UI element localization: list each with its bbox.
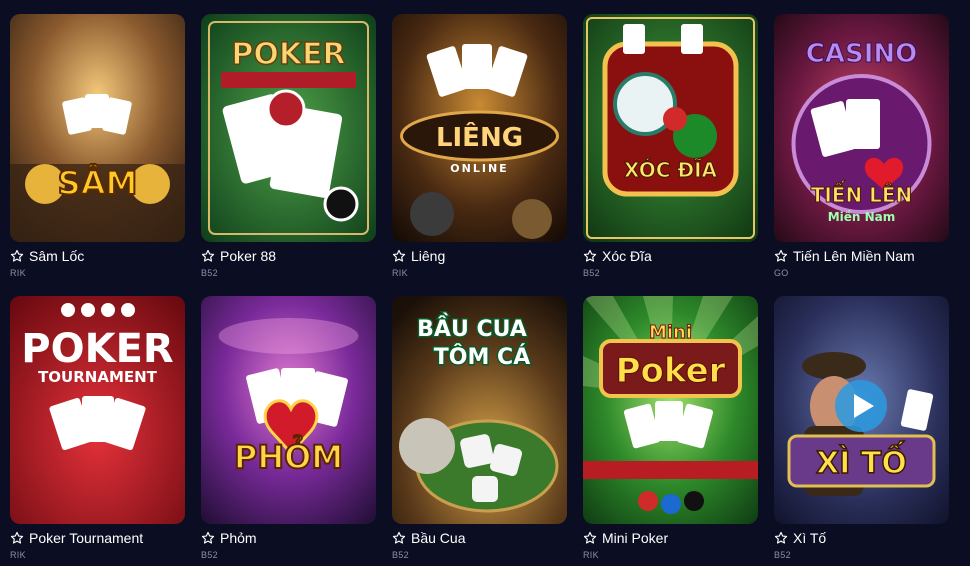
game-title[interactable]: Phỏm [220, 530, 257, 546]
game-card-tien-len-mien-nam[interactable]: CASINO TIẾN LÊN Miền Nam Tiến Lên Miền N… [774, 14, 949, 284]
star-outline-icon[interactable] [774, 531, 788, 545]
artwork-logo-text: SÂM [58, 164, 138, 202]
game-artwork: SÂM [10, 14, 185, 242]
game-thumbnail[interactable]: XÓC ĐĨA [583, 14, 758, 242]
game-artwork: BẦU CUA TÔM CÁ [392, 296, 567, 524]
artwork-logo-text: XÌ TỐ [816, 440, 907, 481]
game-card-phom[interactable]: PHỎM Phỏm B52 [201, 296, 376, 566]
game-title[interactable]: Xì Tố [793, 530, 826, 546]
artwork-logo-text: TIẾN LÊN [811, 181, 913, 207]
game-meta: Poker Tournament RIK [10, 524, 185, 560]
game-grid: SÂM Sâm Lốc RIK POKER Poker 88 B52 LIÊNG… [10, 14, 949, 566]
game-meta: Sâm Lốc RIK [10, 242, 185, 278]
star-outline-icon[interactable] [392, 249, 406, 263]
game-title[interactable]: Tiến Lên Miền Nam [793, 248, 915, 264]
game-title[interactable]: Poker 88 [220, 248, 276, 264]
star-outline-icon[interactable] [201, 249, 215, 263]
game-provider: B52 [392, 550, 409, 560]
game-artwork: PHỎM [201, 296, 376, 524]
game-title[interactable]: Sâm Lốc [29, 248, 84, 264]
game-meta: Xóc Đĩa B52 [583, 242, 758, 278]
artwork-logo-text: PHỎM [234, 434, 343, 476]
game-artwork: POKER TOURNAMENT [10, 296, 185, 524]
artwork-logo-text: POKER [231, 37, 345, 72]
game-card-poker-88[interactable]: POKER Poker 88 B52 [201, 14, 376, 284]
game-meta: Bầu Cua B52 [392, 524, 567, 560]
star-outline-icon[interactable] [583, 531, 597, 545]
game-title[interactable]: Mini Poker [602, 530, 668, 546]
game-thumbnail[interactable]: XÌ TỐ [774, 296, 949, 524]
game-artwork: Mini Poker [583, 296, 758, 524]
game-artwork: POKER [201, 14, 376, 242]
game-provider: RIK [583, 550, 599, 560]
game-card-bau-cua[interactable]: BẦU CUA TÔM CÁ Bầu Cua B52 [392, 296, 567, 566]
game-meta: Tiến Lên Miền Nam GO [774, 242, 949, 278]
game-thumbnail[interactable]: Mini Poker [583, 296, 758, 524]
game-card-sam-loc[interactable]: SÂM Sâm Lốc RIK [10, 14, 185, 284]
star-outline-icon[interactable] [201, 531, 215, 545]
game-card-poker-tournament[interactable]: POKER TOURNAMENT Poker Tournament RIK [10, 296, 185, 566]
star-outline-icon[interactable] [10, 531, 24, 545]
artwork-logo-subtext: ONLINE [450, 162, 508, 175]
game-thumbnail[interactable]: POKER [201, 14, 376, 242]
artwork-logo-subtext: TOURNAMENT [38, 368, 158, 386]
artwork-logo-subtext: TÔM CÁ [434, 344, 530, 370]
game-meta: Phỏm B52 [201, 524, 376, 560]
game-title[interactable]: Liêng [411, 248, 445, 264]
game-card-lieng[interactable]: LIÊNG ONLINE Liêng RIK [392, 14, 567, 284]
artwork-logo-text: LIÊNG [436, 121, 523, 153]
game-provider: RIK [10, 268, 26, 278]
game-provider: B52 [201, 550, 218, 560]
game-card-xi-to[interactable]: XÌ TỐ Xì Tố B52 [774, 296, 949, 566]
game-provider: B52 [774, 550, 791, 560]
game-provider: B52 [201, 268, 218, 278]
game-artwork: CASINO TIẾN LÊN Miền Nam [774, 14, 949, 242]
star-outline-icon[interactable] [10, 249, 24, 263]
game-card-xoc-dia[interactable]: XÓC ĐĨA Xóc Đĩa B52 [583, 14, 758, 284]
game-title[interactable]: Xóc Đĩa [602, 248, 652, 264]
game-provider: RIK [392, 268, 408, 278]
game-provider: B52 [583, 268, 600, 278]
game-artwork: XÌ TỐ [774, 296, 949, 524]
game-title[interactable]: Bầu Cua [411, 530, 465, 546]
game-thumbnail[interactable]: LIÊNG ONLINE [392, 14, 567, 242]
game-meta: Mini Poker RIK [583, 524, 758, 560]
game-artwork: XÓC ĐĨA [583, 14, 758, 242]
game-thumbnail[interactable]: PHỎM [201, 296, 376, 524]
game-thumbnail[interactable]: POKER TOURNAMENT [10, 296, 185, 524]
game-meta: Liêng RIK [392, 242, 567, 278]
star-outline-icon[interactable] [774, 249, 788, 263]
artwork-logo-text: POKER [21, 326, 173, 372]
game-title[interactable]: Poker Tournament [29, 530, 143, 546]
artwork-top-text: CASINO [806, 39, 917, 69]
artwork-top-text: Mini [649, 322, 692, 343]
game-meta: Poker 88 B52 [201, 242, 376, 278]
star-outline-icon[interactable] [583, 249, 597, 263]
game-thumbnail[interactable]: CASINO TIẾN LÊN Miền Nam [774, 14, 949, 242]
game-provider: GO [774, 268, 789, 278]
game-thumbnail[interactable]: BẦU CUA TÔM CÁ [392, 296, 567, 524]
game-thumbnail[interactable]: SÂM [10, 14, 185, 242]
artwork-logo-text: BẦU CUA [417, 313, 527, 342]
game-artwork: LIÊNG ONLINE [392, 14, 567, 242]
artwork-logo-text: XÓC ĐĨA [624, 158, 718, 182]
star-outline-icon[interactable] [392, 531, 406, 545]
game-provider: RIK [10, 550, 26, 560]
game-meta: Xì Tố B52 [774, 524, 949, 560]
game-card-mini-poker[interactable]: Mini Poker Mini Poker RIK [583, 296, 758, 566]
artwork-logo-text: Poker [616, 351, 726, 391]
artwork-logo-subtext: Miền Nam [828, 210, 896, 224]
